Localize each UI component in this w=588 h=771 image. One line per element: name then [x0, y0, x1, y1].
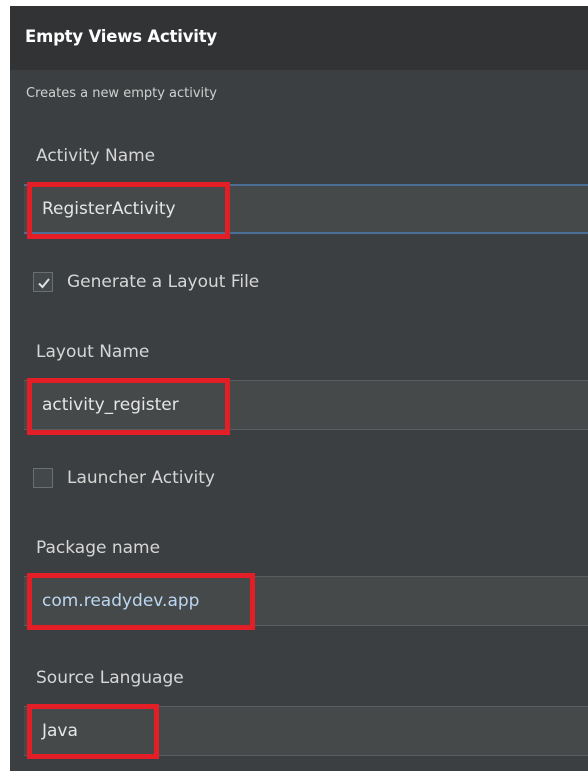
activity-name-label: Activity Name — [36, 146, 156, 166]
launcher-activity-checkbox[interactable] — [33, 468, 53, 488]
launcher-activity-checkbox-row[interactable]: Launcher Activity — [33, 468, 215, 488]
new-activity-panel: Empty Views Activity Creates a new empty… — [10, 6, 588, 771]
generate-layout-label: Generate a Layout File — [67, 272, 260, 292]
launcher-activity-label: Launcher Activity — [67, 468, 215, 488]
generate-layout-checkbox-row[interactable]: Generate a Layout File — [33, 272, 259, 292]
panel-header: Empty Views Activity — [10, 6, 588, 70]
page-title: Empty Views Activity — [25, 27, 217, 46]
checkmark-icon — [38, 278, 50, 289]
layout-name-highlight — [27, 378, 230, 435]
source-language-label: Source Language — [36, 668, 184, 688]
activity-name-highlight — [27, 182, 230, 239]
page-description: Creates a new empty activity — [26, 86, 217, 101]
package-name-highlight — [27, 573, 255, 630]
generate-layout-checkbox[interactable] — [33, 272, 53, 292]
layout-name-label: Layout Name — [36, 342, 150, 362]
source-language-highlight — [27, 704, 159, 759]
package-name-label: Package name — [36, 538, 161, 558]
